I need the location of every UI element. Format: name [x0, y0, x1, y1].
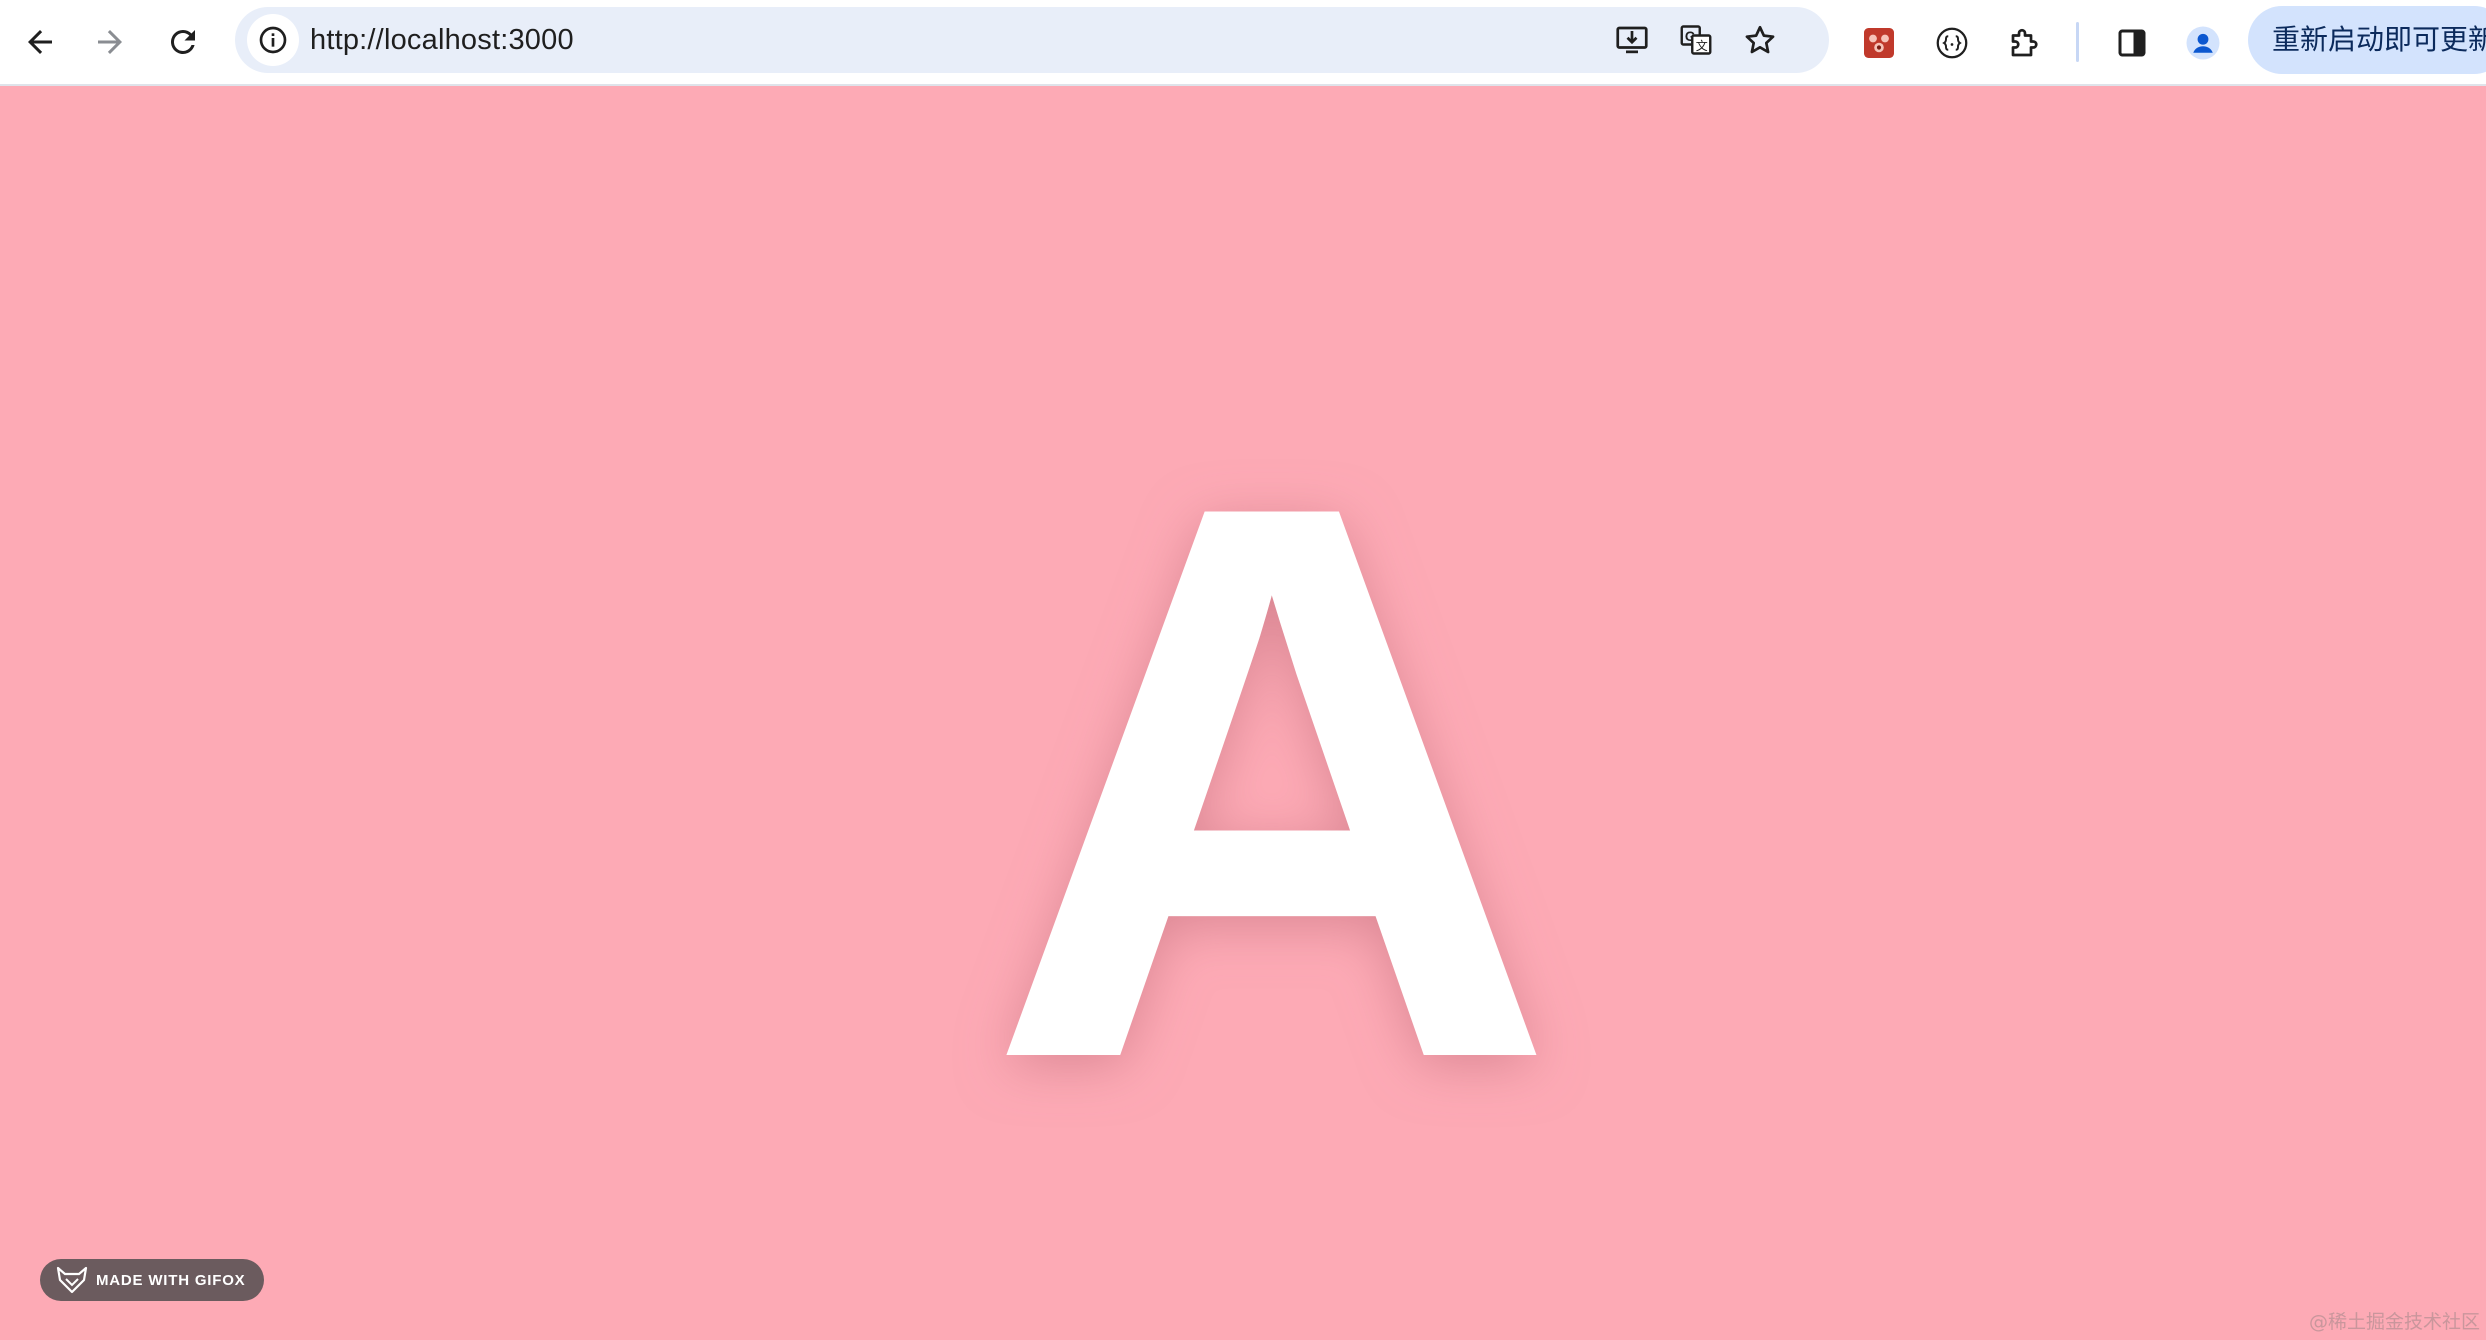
display-letter: A [987, 341, 1558, 1223]
browser-toolbar: http://localhost:3000 G 文 重新启动即可更新 [0, 0, 2486, 86]
install-app-button[interactable] [1607, 15, 1657, 65]
arrow-left-icon [28, 30, 52, 54]
gifox-badge-label: MADE WITH GIFOX [96, 1271, 246, 1289]
puzzle-icon [2011, 28, 2038, 57]
red-extension-icon [1864, 28, 1894, 58]
site-info-button[interactable] [247, 14, 299, 66]
large-letter-a: A [987, 341, 1558, 1223]
profile-avatar-icon [2186, 26, 2220, 60]
translate-icon: G 文 [1680, 25, 1712, 55]
gifox-fox-icon [56, 1266, 88, 1294]
json-braces-icon [1936, 27, 1968, 59]
json-extension-button[interactable] [1923, 14, 1981, 72]
toolbar-divider [2076, 22, 2079, 62]
back-button[interactable] [10, 12, 70, 72]
bookmark-button[interactable] [1735, 15, 1785, 65]
red-extension-button[interactable] [1850, 14, 1908, 72]
side-panel-icon [2118, 29, 2146, 57]
star-icon [1745, 25, 1775, 54]
watermark-text: @稀土掘金技术社区 [2308, 1311, 2480, 1333]
side-panel-button[interactable] [2103, 14, 2161, 72]
reload-icon [170, 29, 195, 54]
gifox-badge[interactable]: MADE WITH GIFOX [40, 1259, 264, 1301]
reload-button[interactable] [153, 12, 213, 72]
url-text[interactable]: http://localhost:3000 [310, 7, 574, 73]
arrow-right-icon [98, 30, 122, 54]
page-canvas: A MADE WITH GIFOX @稀土掘金技术社区 [0, 88, 2486, 1340]
profile-button[interactable] [2174, 14, 2232, 72]
install-app-icon [1616, 26, 1648, 54]
extensions-menu-button[interactable] [1996, 14, 2054, 72]
svg-text:文: 文 [1696, 38, 1708, 53]
forward-button[interactable] [80, 12, 140, 72]
relaunch-update-button[interactable]: 重新启动即可更新 [2248, 6, 2486, 74]
info-icon [259, 26, 287, 54]
address-bar[interactable]: http://localhost:3000 G 文 [235, 7, 1829, 73]
translate-button[interactable]: G 文 [1671, 15, 1721, 65]
